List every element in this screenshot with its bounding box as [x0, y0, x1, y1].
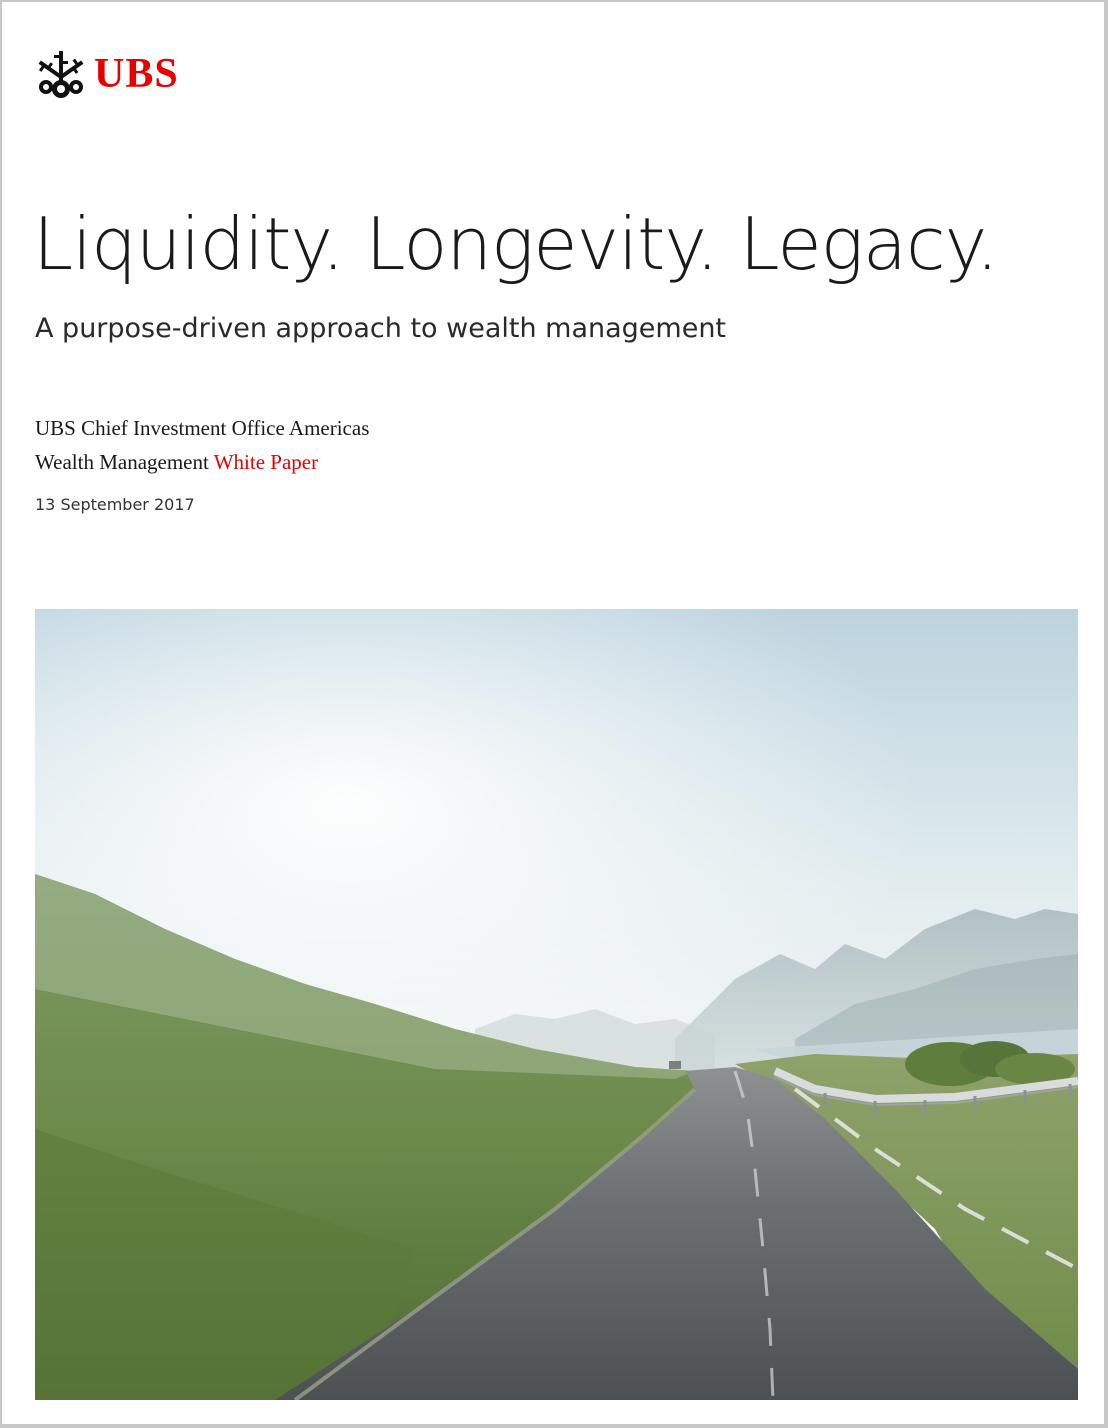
- publisher-line: UBS Chief Investment Office Americas: [35, 416, 370, 440]
- series-line: Wealth Management White Paper: [35, 452, 318, 473]
- landscape-illustration: [35, 609, 1078, 1400]
- ubs-logo: UBS: [34, 46, 179, 102]
- publication-date: 13 September 2017: [35, 495, 195, 514]
- series-prefix: Wealth Management: [35, 450, 209, 474]
- cover-photo-road-landscape: [35, 609, 1078, 1400]
- ubs-logo-text: UBS: [94, 51, 179, 97]
- document-page: UBS Liquidity. Longevity. Legacy. A purp…: [0, 0, 1108, 1428]
- three-keys-icon: [38, 51, 84, 98]
- document-subtitle: A purpose-driven approach to wealth mana…: [35, 313, 727, 344]
- document-title: Liquidity. Longevity. Legacy.: [33, 202, 999, 286]
- series-highlight: White Paper: [213, 450, 319, 474]
